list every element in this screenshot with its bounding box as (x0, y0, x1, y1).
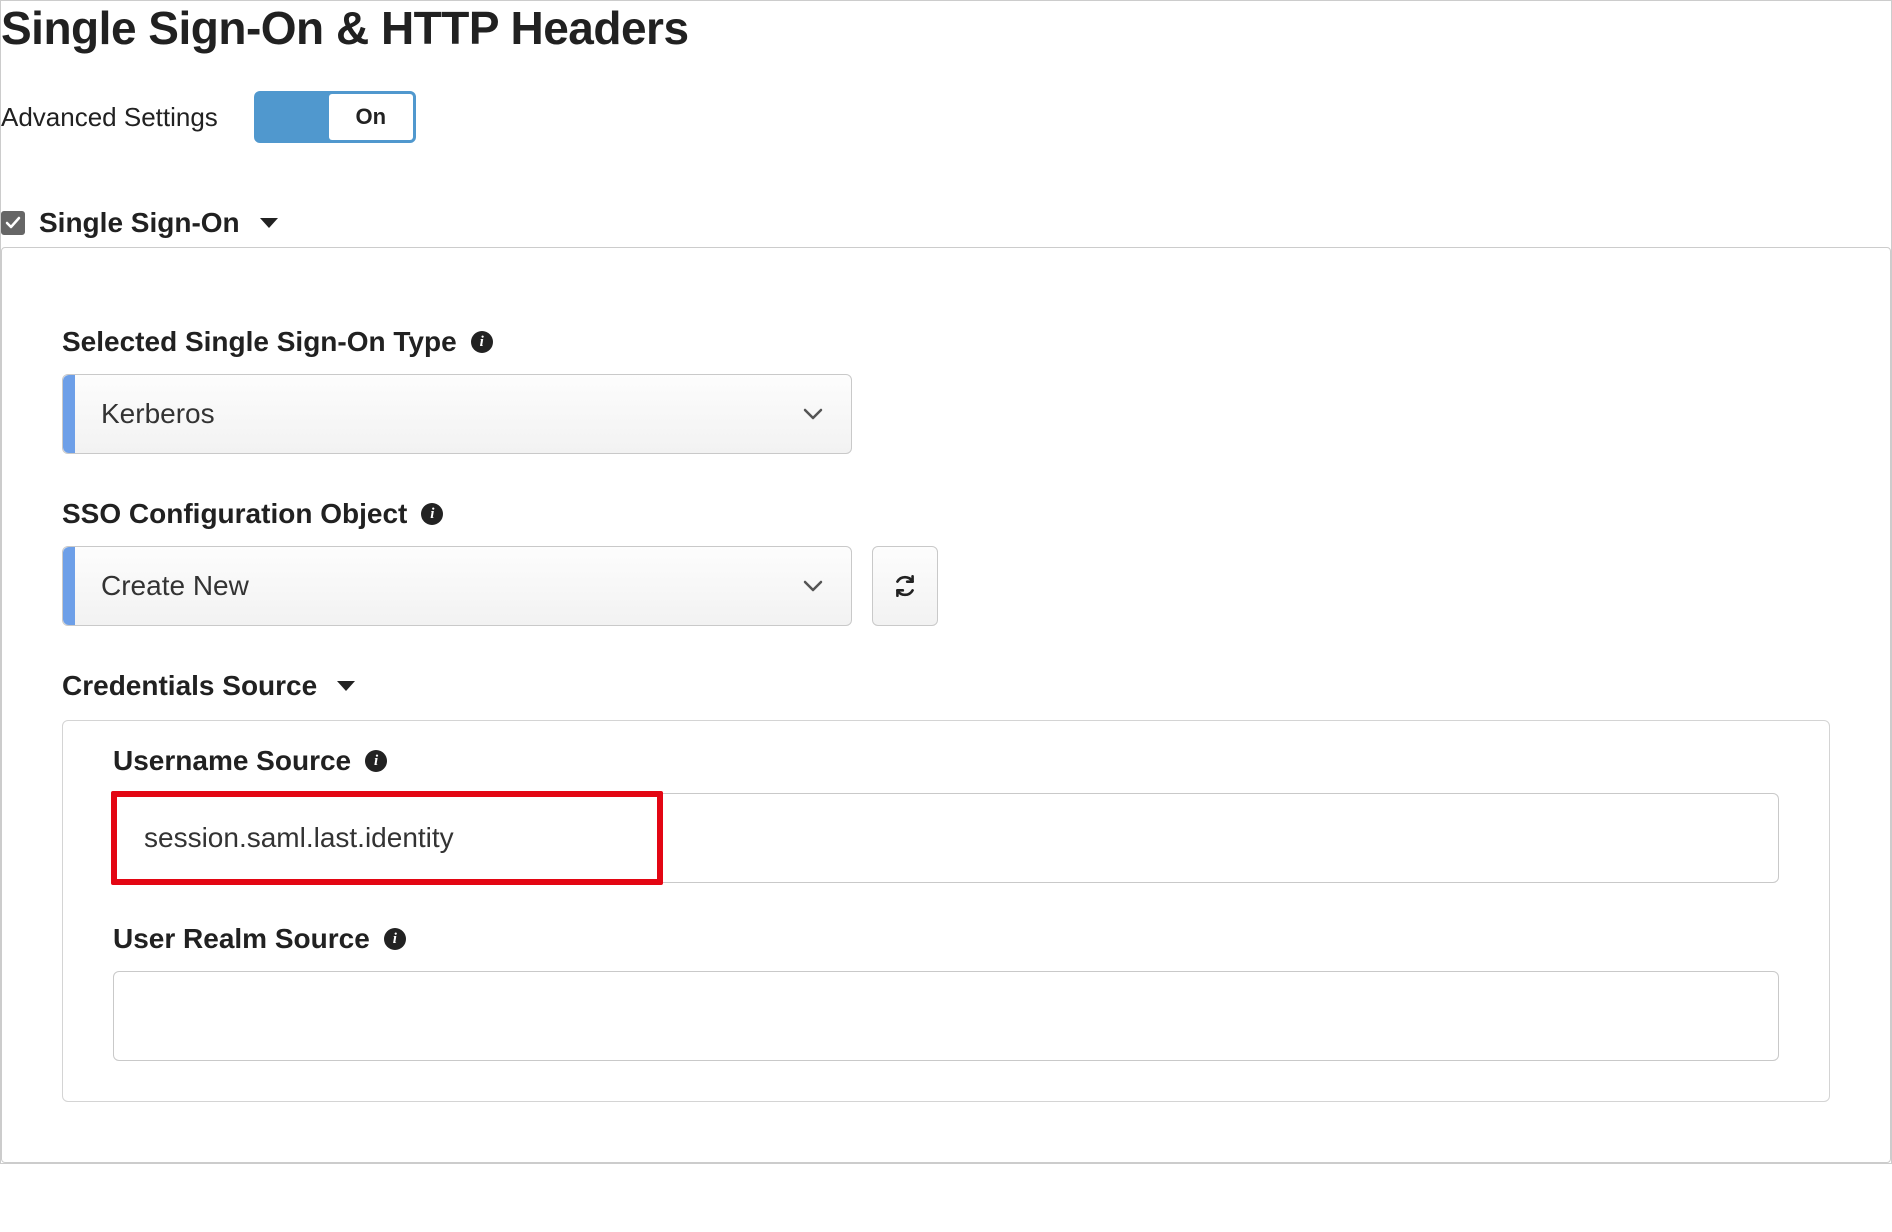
sso-type-field: Selected Single Sign-On Type i Kerberos (62, 326, 1830, 454)
user-realm-source-field: User Realm Source i (113, 923, 1779, 1061)
sso-config-object-field: SSO Configuration Object i Create New (62, 498, 1830, 626)
info-icon[interactable]: i (384, 928, 406, 950)
credentials-source-panel: Username Source i User Realm Source i (62, 720, 1830, 1102)
advanced-settings-toggle-state: On (329, 94, 413, 140)
page-title: Single Sign-On & HTTP Headers (1, 1, 1891, 55)
select-accent (63, 375, 75, 453)
sso-type-select[interactable]: Kerberos (62, 374, 852, 454)
credentials-source-section: Credentials Source Username Source i (62, 670, 1830, 1102)
sso-section-header[interactable]: Single Sign-On (1, 207, 1891, 239)
refresh-icon (892, 573, 918, 599)
username-source-field: Username Source i (113, 745, 1779, 883)
sso-config-object-select[interactable]: Create New (62, 546, 852, 626)
sso-checkbox[interactable] (1, 211, 25, 235)
user-realm-source-input[interactable] (113, 971, 1779, 1061)
sso-config-object-value: Create New (75, 570, 775, 602)
user-realm-source-label: User Realm Source (113, 923, 370, 955)
chevron-down-icon (775, 580, 851, 592)
advanced-settings-label: Advanced Settings (1, 102, 218, 133)
info-icon[interactable]: i (365, 750, 387, 772)
sso-type-value: Kerberos (75, 398, 775, 430)
sso-panel: Selected Single Sign-On Type i Kerberos … (1, 247, 1891, 1163)
sso-section-title: Single Sign-On (39, 207, 240, 239)
credentials-source-title: Credentials Source (62, 670, 317, 702)
info-icon[interactable]: i (471, 331, 493, 353)
info-icon[interactable]: i (421, 503, 443, 525)
caret-down-icon (337, 681, 355, 691)
advanced-settings-row: Advanced Settings On (1, 91, 1891, 143)
chevron-down-icon (775, 408, 851, 420)
sso-type-label: Selected Single Sign-On Type (62, 326, 457, 358)
username-source-input[interactable] (113, 793, 1779, 883)
refresh-button[interactable] (872, 546, 938, 626)
sso-config-object-label: SSO Configuration Object (62, 498, 407, 530)
username-source-label: Username Source (113, 745, 351, 777)
advanced-settings-toggle[interactable]: On (254, 91, 416, 143)
credentials-source-header[interactable]: Credentials Source (62, 670, 1830, 702)
select-accent (63, 547, 75, 625)
caret-down-icon (260, 218, 278, 228)
